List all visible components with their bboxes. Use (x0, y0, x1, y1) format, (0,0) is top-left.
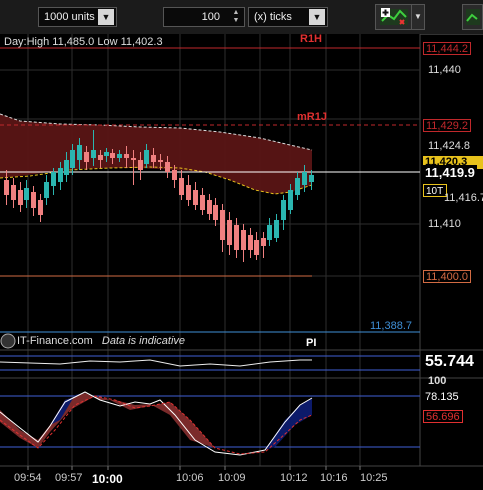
candle-body (193, 190, 198, 205)
day-range-label: Day:High 11,485.0 Low 11,402.3 (4, 36, 163, 48)
candle-body (44, 182, 49, 198)
candle-body (254, 240, 259, 255)
candle-body (248, 235, 253, 250)
add-indicator-button[interactable] (375, 4, 413, 30)
stoch-k-line (0, 391, 313, 456)
candle-body (84, 152, 89, 162)
spin-up-icon[interactable]: ▲ (230, 9, 242, 17)
time-tick: 10:06 (176, 472, 204, 484)
candle-body (64, 160, 69, 175)
r1h-label: R1H (300, 33, 323, 45)
logo-icon (0, 333, 16, 349)
candle-body (11, 185, 16, 200)
candle-body (158, 160, 163, 162)
ticks-unit-value: (x) ticks (254, 11, 292, 23)
lower-band-price: 11,416.7 (444, 192, 483, 204)
support-price-tag: 11,400.0 (423, 270, 472, 283)
ticks-unit-select[interactable]: (x) ticks ▼ (248, 7, 328, 27)
candle-body (151, 155, 156, 162)
candle-body (110, 153, 115, 158)
candle-body (98, 155, 103, 160)
candle-body (261, 238, 266, 246)
upper-band-price: 11,424.8 (428, 140, 471, 152)
candle-body (18, 190, 23, 205)
ticks-input[interactable]: 100 ▲ ▼ (163, 7, 245, 27)
price-tick: 11,410 (428, 218, 461, 230)
time-tick: 10:25 (360, 472, 388, 484)
candle-body (77, 145, 82, 160)
r1h-price-tag: 11,444.2 (423, 42, 472, 55)
candle-body (172, 170, 177, 180)
candle-body (4, 180, 9, 195)
ticks-value: 100 (201, 11, 220, 23)
spin-down-icon[interactable]: ▼ (230, 17, 242, 25)
candle-body (200, 195, 205, 210)
candle-body (267, 225, 272, 240)
watermark: IT-Finance.com Data is indicative (17, 335, 185, 347)
candle-body (165, 162, 170, 172)
candle-body (207, 200, 212, 214)
chevron-down-icon[interactable]: ▼ (98, 9, 114, 25)
candle-body (309, 175, 314, 182)
candle-body (274, 220, 279, 238)
toolbar: 1000 units ▼ 100 ▲ ▼ (x) ticks ▼ ▼ (0, 0, 483, 35)
units-value: 1000 units (44, 11, 95, 23)
stoch-k-value: 78.135 (425, 391, 459, 403)
last-price-tag: 11,419.9 (423, 165, 477, 181)
candle-body (213, 205, 218, 220)
candle-body (51, 172, 56, 186)
time-tick: 10:12 (280, 472, 308, 484)
watermark-text: IT-Finance.com (17, 335, 93, 347)
time-ticks (27, 466, 361, 470)
units-select[interactable]: 1000 units ▼ (38, 7, 117, 27)
candle-body (227, 220, 232, 245)
time-tick-major: 10:00 (92, 472, 123, 486)
candle-body (234, 225, 239, 250)
candle-body (24, 188, 29, 200)
time-tick: 10:16 (320, 472, 348, 484)
candle-body (295, 178, 300, 195)
candle-body (179, 178, 184, 195)
pi-label: PI (306, 337, 317, 349)
disclaimer-text: Data is indicative (101, 335, 186, 347)
time-tick: 09:54 (14, 472, 42, 484)
candle-body (124, 154, 129, 158)
candle-body (186, 185, 191, 200)
pi-price-tag: 11,388.7 (370, 320, 413, 332)
mr1j-price-tag: 11,429.2 (423, 119, 472, 132)
ticks-stepper[interactable]: ▲ ▼ (230, 9, 242, 25)
rsi-line (0, 359, 312, 367)
time-tick: 10:09 (218, 472, 246, 484)
indicator-menu-chevron-icon[interactable]: ▼ (411, 4, 425, 30)
candle-body (131, 158, 136, 160)
candle-body (117, 154, 122, 158)
price-chart[interactable] (0, 34, 483, 490)
candle-body (138, 160, 143, 170)
candle-body (144, 150, 149, 164)
candle-body (38, 200, 43, 215)
tools-icon (466, 9, 480, 25)
candle-body (91, 150, 96, 158)
tools-button[interactable] (462, 4, 483, 30)
candle-body (70, 150, 75, 168)
stoch-d-line (0, 395, 313, 455)
candle-body (31, 192, 36, 208)
rsi-value: 55.744 (425, 353, 474, 370)
candle-body (58, 168, 63, 182)
price-tick: 11,440 (428, 64, 461, 76)
mr1j-label: mR1J (297, 111, 327, 123)
candle-body (104, 152, 109, 156)
indicator-chart-icon (380, 8, 408, 25)
candle-body (220, 210, 225, 240)
candle-body (241, 230, 246, 250)
time-tick: 09:57 (55, 472, 83, 484)
candle-body (281, 200, 286, 220)
candle-body (288, 190, 293, 210)
stoch-top-label: 100 (428, 375, 447, 387)
chevron-down-icon[interactable]: ▼ (309, 9, 325, 25)
stoch-d-value: 56.696 (423, 410, 463, 423)
candle-body (302, 172, 307, 185)
